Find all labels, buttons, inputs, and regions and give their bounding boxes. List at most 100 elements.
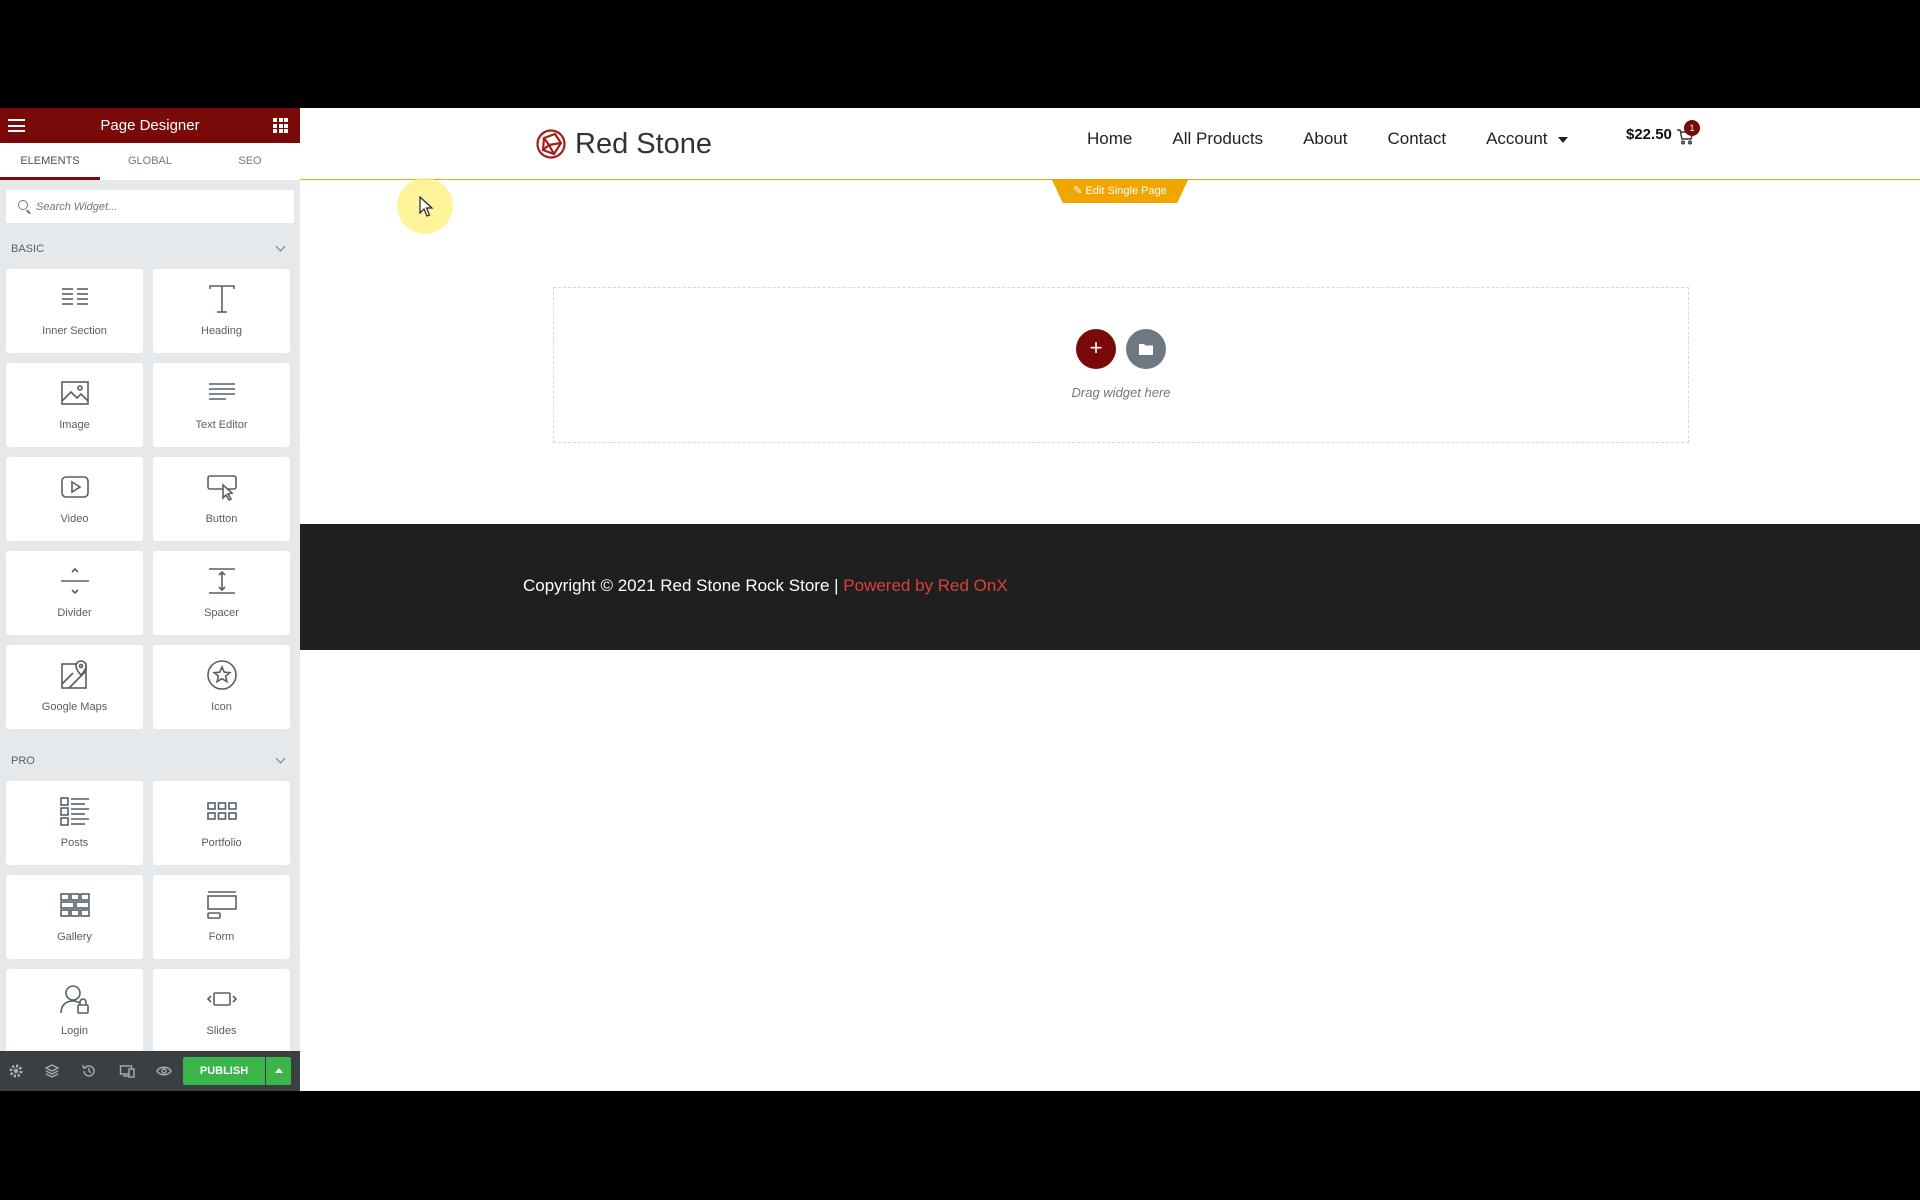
- widget-label: Icon: [211, 701, 232, 713]
- nav-account[interactable]: Account: [1486, 129, 1568, 149]
- widget-label: Spacer: [204, 607, 239, 619]
- add-section-button[interactable]: +: [1076, 329, 1116, 369]
- chevron-down-icon: [275, 241, 286, 252]
- gallery-icon: [59, 893, 90, 917]
- nav-all-products[interactable]: All Products: [1172, 129, 1263, 149]
- widget-inner-section[interactable]: Inner Section: [6, 269, 143, 353]
- category-pro-label: PRO: [11, 755, 35, 767]
- chevron-down-icon: [275, 753, 286, 764]
- widget-icon[interactable]: Icon: [153, 645, 290, 729]
- widget-label: Divider: [57, 607, 92, 619]
- nav-home[interactable]: Home: [1087, 129, 1132, 149]
- widget-label: Login: [61, 1025, 88, 1037]
- mouse-cursor-icon: [419, 196, 434, 217]
- google-maps-icon: [60, 660, 87, 689]
- widget-video[interactable]: Video: [6, 457, 143, 541]
- video-icon: [60, 476, 89, 498]
- nav-contact[interactable]: Contact: [1388, 129, 1447, 149]
- publish-button[interactable]: PUBLISH: [183, 1057, 265, 1085]
- editor-app: Page Designer ELEMENTS GLOBAL SEO BASIC …: [0, 108, 1920, 1091]
- plus-icon: +: [1089, 335, 1103, 360]
- copyright-text: Copyright © 2021 Red Stone Rock Store |: [523, 576, 844, 595]
- text-editor-icon: [208, 383, 235, 400]
- widget-spacer[interactable]: Spacer: [153, 551, 290, 635]
- search-widget-input[interactable]: [36, 190, 286, 223]
- widget-divider[interactable]: Divider: [6, 551, 143, 635]
- brand-name: Red Stone: [575, 127, 713, 160]
- image-icon: [60, 381, 89, 405]
- category-basic-label: BASIC: [11, 243, 45, 255]
- login-icon: [59, 985, 89, 1014]
- category-basic[interactable]: BASIC: [0, 229, 300, 269]
- basic-widgets: Inner Section Heading Image Text Editor …: [0, 269, 300, 729]
- pencil-icon: ✎: [1073, 185, 1083, 197]
- inner-section-icon: [61, 288, 88, 305]
- widget-label: Portfolio: [201, 837, 242, 849]
- widget-image[interactable]: Image: [6, 363, 143, 447]
- widget-form[interactable]: Form: [153, 875, 290, 959]
- widget-slides[interactable]: Slides: [153, 969, 290, 1053]
- edit-single-page-tab[interactable]: ✎ Edit Single Page: [1052, 180, 1188, 203]
- divider-icon: [60, 567, 89, 595]
- search-box: [6, 190, 294, 223]
- responsive-mode-icon[interactable]: [119, 1063, 135, 1079]
- widget-label: Slides: [206, 1025, 237, 1037]
- widget-text-editor[interactable]: Text Editor: [153, 363, 290, 447]
- tab-seo[interactable]: SEO: [200, 143, 300, 180]
- editor-panel: Page Designer ELEMENTS GLOBAL SEO BASIC …: [0, 108, 300, 1091]
- widget-label: Form: [208, 931, 235, 943]
- search-icon: [18, 200, 28, 210]
- widgets-grid-icon[interactable]: [273, 118, 288, 133]
- widget-label: Text Editor: [195, 419, 248, 431]
- publish-options-button[interactable]: [266, 1057, 291, 1085]
- preview-eye-icon[interactable]: [156, 1063, 172, 1079]
- widget-label: Google Maps: [41, 701, 108, 713]
- slides-icon: [206, 992, 237, 1006]
- panel-footer: PUBLISH: [0, 1051, 300, 1091]
- settings-gear-icon[interactable]: [8, 1063, 24, 1079]
- widget-label: Inner Section: [42, 325, 107, 337]
- spacer-icon: [208, 568, 235, 594]
- tab-elements[interactable]: ELEMENTS: [0, 143, 100, 180]
- template-library-button[interactable]: [1126, 329, 1166, 369]
- posts-icon: [59, 797, 89, 826]
- history-icon[interactable]: [81, 1063, 97, 1079]
- widget-label: Gallery: [57, 931, 92, 943]
- site-logo[interactable]: Red Stone: [535, 126, 712, 162]
- folder-icon: [1139, 344, 1153, 355]
- dropzone-hint: Drag widget here: [1071, 385, 1171, 400]
- widget-label: Button: [205, 513, 238, 525]
- site-header: Red Stone Home All Products About Contac…: [300, 108, 1920, 180]
- widget-label: Heading: [201, 325, 242, 337]
- category-pro[interactable]: PRO: [0, 741, 300, 781]
- pro-widgets: Posts Portfolio Gallery Form Login Slide…: [0, 781, 300, 1053]
- widget-portfolio[interactable]: Portfolio: [153, 781, 290, 865]
- widget-dropzone[interactable]: + Drag widget here: [553, 287, 1689, 443]
- panel-tabs: ELEMENTS GLOBAL SEO: [0, 143, 300, 180]
- layers-icon[interactable]: [44, 1063, 60, 1079]
- widget-gallery[interactable]: Gallery: [6, 875, 143, 959]
- nav-account-label: Account: [1486, 129, 1548, 148]
- widget-login[interactable]: Login: [6, 969, 143, 1053]
- star-icon: [206, 660, 237, 690]
- nav-about[interactable]: About: [1303, 129, 1347, 149]
- cart-count-badge: 1: [1684, 120, 1700, 136]
- widgets-scroll-area[interactable]: BASIC Inner Section Heading Image: [0, 180, 300, 1158]
- tab-global[interactable]: GLOBAL: [100, 143, 200, 180]
- form-icon: [206, 891, 237, 919]
- cart[interactable]: $22.50 1: [1626, 120, 1700, 145]
- panel-title: Page Designer: [100, 117, 200, 134]
- widget-heading[interactable]: Heading: [153, 269, 290, 353]
- widget-posts[interactable]: Posts: [6, 781, 143, 865]
- widget-label: Image: [59, 419, 90, 431]
- widget-button[interactable]: Button: [153, 457, 290, 541]
- footer-copyright: Copyright © 2021 Red Stone Rock Store | …: [523, 576, 1008, 596]
- powered-by-link[interactable]: Powered by Red OnX: [843, 576, 1007, 595]
- cart-total: $22.50: [1626, 126, 1672, 143]
- panel-header: Page Designer: [0, 108, 300, 143]
- portfolio-icon: [206, 802, 237, 820]
- edit-tab-label: Edit Single Page: [1085, 185, 1167, 197]
- widget-label: Video: [60, 513, 89, 525]
- widget-google-maps[interactable]: Google Maps: [6, 645, 143, 729]
- site-footer: Copyright © 2021 Red Stone Rock Store | …: [300, 524, 1920, 650]
